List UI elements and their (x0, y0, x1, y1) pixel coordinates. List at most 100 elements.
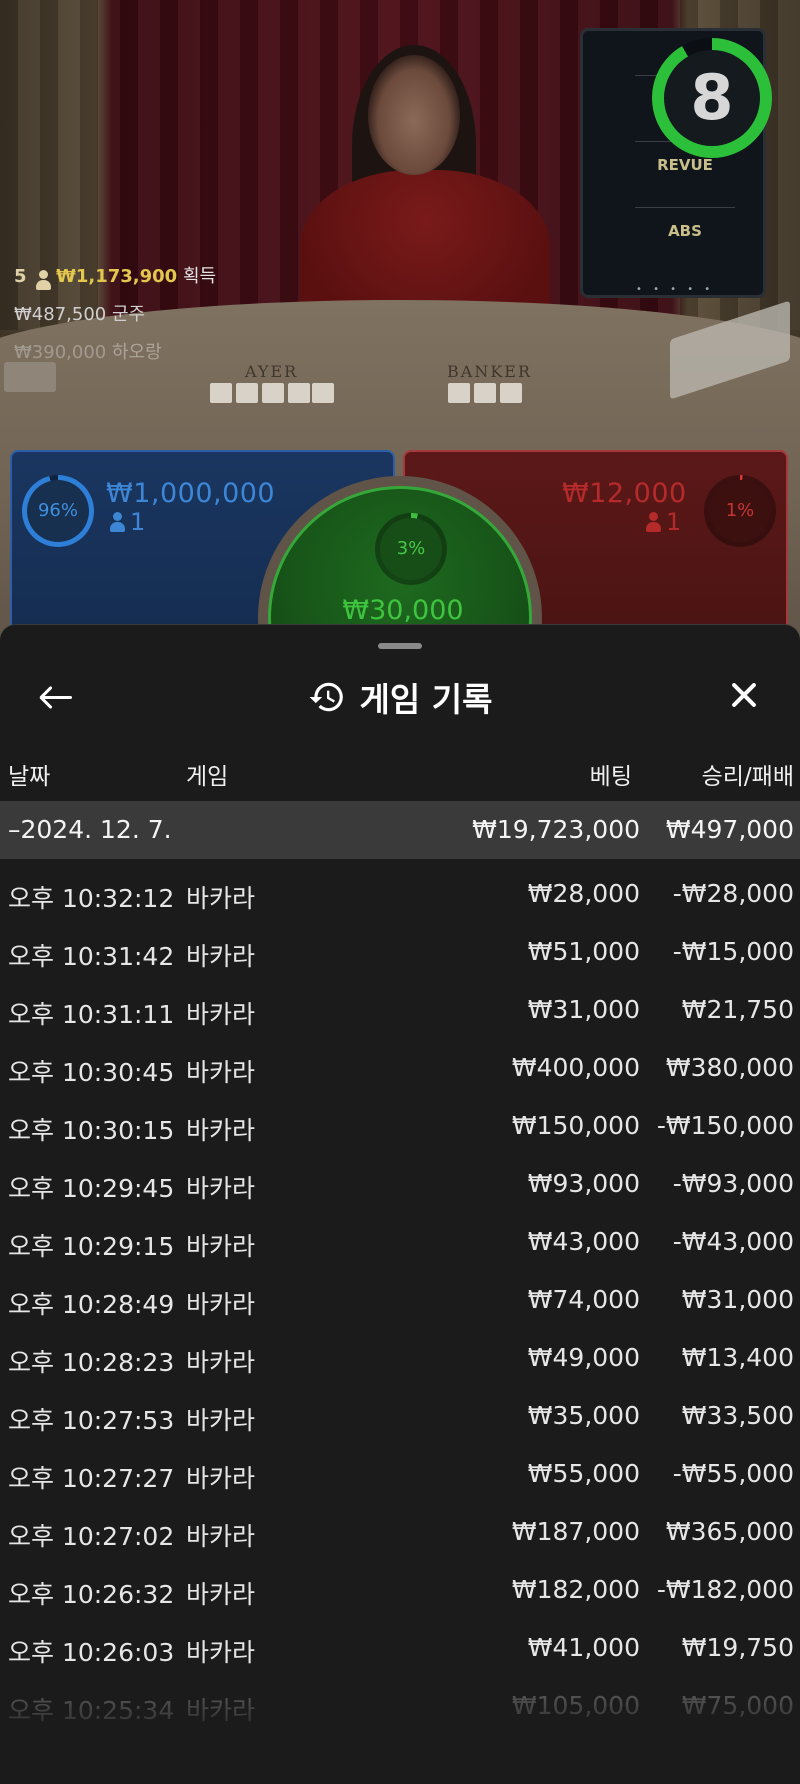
playing-card (474, 383, 496, 403)
history-row[interactable]: 오후 10:29:15 바카라 ₩43,000 -₩43,000 (0, 1215, 800, 1273)
winner-amount: ₩1,173,900 (56, 266, 178, 287)
winner-amount: ₩390,000 (14, 342, 107, 363)
group-total-bet: ₩19,723,000 (472, 815, 640, 844)
row-time: 오후 10:29:15 (8, 1232, 175, 1261)
history-list: 오후 10:32:12 바카라 ₩28,000 -₩28,000 오후 10:31:4… (0, 867, 800, 1737)
row-bet: ₩400,000 (511, 1053, 640, 1082)
row-result: -₩28,000 (672, 879, 794, 908)
row-game: 바카라 (186, 1580, 256, 1609)
history-row[interactable]: 오후 10:27:27 바카라 ₩55,000 -₩55,000 (0, 1447, 800, 1505)
history-icon (309, 682, 343, 712)
dealer-head (368, 55, 460, 175)
history-row[interactable]: 오후 10:25:34 바카라 ₩105,000 ₩75,000 (0, 1679, 800, 1737)
player-percent: 96% (37, 500, 78, 521)
history-row[interactable]: 오후 10:26:03 바카라 ₩41,000 ₩19,750 (0, 1621, 800, 1679)
game-history-sheet: 게임 기록 날짜 게임 베팅 승리/패배 –2024. 12. 7. ₩19,7… (0, 624, 800, 1784)
row-result: -₩93,000 (672, 1169, 794, 1198)
banker-percent: 1% (725, 500, 755, 521)
row-game: 바카라 (186, 942, 256, 971)
row-bet: ₩105,000 (511, 1691, 640, 1720)
table-header: 날짜 게임 베팅 승리/패배 (0, 751, 800, 791)
winner-name: 획득 (182, 266, 217, 287)
playing-card (312, 383, 334, 403)
banker-bettors: 1 (646, 508, 681, 536)
row-result: ₩365,000 (665, 1517, 794, 1546)
row-game: 바카라 (186, 1116, 256, 1145)
row-game: 바카라 (186, 1522, 256, 1551)
history-row[interactable]: 오후 10:30:45 바카라 ₩400,000 ₩380,000 (0, 1041, 800, 1099)
date-group-row[interactable]: –2024. 12. 7. ₩19,723,000 ₩497,000 (0, 801, 800, 859)
player-bettor-count: 1 (130, 508, 146, 536)
row-time: 오후 10:27:02 (8, 1522, 175, 1551)
person-icon (646, 512, 661, 532)
row-result: ₩31,000 (681, 1285, 794, 1314)
group-date: –2024. 12. 7. (8, 815, 172, 844)
row-bet: ₩49,000 (527, 1343, 640, 1372)
recent-winners: 5 ₩1,173,900 획득 ₩487,500 군주 ₩390,000 하오랑 (14, 258, 216, 372)
history-row[interactable]: 오후 10:29:45 바카라 ₩93,000 -₩93,000 (0, 1157, 800, 1215)
player-percent-ring: 96% (22, 475, 94, 547)
row-bet: ₩74,000 (527, 1285, 640, 1314)
countdown-value: 8 (690, 61, 734, 134)
group-total-result: ₩497,000 (665, 815, 794, 844)
column-header-date: 날짜 (8, 764, 51, 790)
row-result: ₩75,000 (681, 1691, 794, 1720)
row-time: 오후 10:27:27 (8, 1464, 175, 1493)
row-time: 오후 10:28:49 (8, 1290, 175, 1319)
history-row[interactable]: 오후 10:30:15 바카라 ₩150,000 -₩150,000 (0, 1099, 800, 1157)
person-icon (36, 270, 52, 290)
tie-bet-amount: ₩30,000 (342, 595, 464, 626)
history-row[interactable]: 오후 10:31:42 바카라 ₩51,000 -₩15,000 (0, 925, 800, 983)
row-result: -₩15,000 (672, 937, 794, 966)
winner-row: ₩487,500 군주 (14, 296, 216, 334)
live-video-stream: AYER BANKER AV CAS REVUE ABS 8 • • • • •… (0, 0, 800, 640)
row-result: ₩13,400 (681, 1343, 794, 1372)
row-game: 바카라 (186, 1696, 256, 1725)
history-row[interactable]: 오후 10:27:53 바카라 ₩35,000 ₩33,500 (0, 1389, 800, 1447)
history-row[interactable]: 오후 10:31:11 바카라 ₩31,000 ₩21,750 (0, 983, 800, 1041)
row-time: 오후 10:31:42 (8, 942, 175, 971)
row-time: 오후 10:27:53 (8, 1406, 175, 1435)
sheet-header: 게임 기록 (0, 669, 800, 725)
player-bet-amount: ₩1,000,000 (106, 478, 276, 509)
row-bet: ₩28,000 (527, 879, 640, 908)
history-row[interactable]: 오후 10:27:02 바카라 ₩187,000 ₩365,000 (0, 1505, 800, 1563)
history-row[interactable]: 오후 10:28:23 바카라 ₩49,000 ₩13,400 (0, 1331, 800, 1389)
close-button[interactable] (720, 671, 768, 719)
page-dots: • • • • • (636, 284, 715, 295)
row-game: 바카라 (186, 1232, 256, 1261)
playing-card (448, 383, 470, 403)
row-game: 바카라 (186, 1464, 256, 1493)
row-bet: ₩43,000 (527, 1227, 640, 1256)
tie-percent: 3% (396, 538, 426, 559)
column-header-game: 게임 (186, 764, 229, 790)
countdown-timer: 8 (652, 38, 772, 158)
banker-percent-ring: 1% (704, 475, 776, 547)
row-bet: ₩150,000 (511, 1111, 640, 1140)
history-row[interactable]: 오후 10:28:49 바카라 ₩74,000 ₩31,000 (0, 1273, 800, 1331)
row-result: ₩21,750 (681, 995, 794, 1024)
tie-percent-ring: 3% (375, 513, 447, 585)
banker-bet-amount: ₩12,000 (562, 478, 687, 509)
row-time: 오후 10:30:45 (8, 1058, 175, 1087)
winner-amount: ₩487,500 (14, 304, 107, 325)
row-game: 바카라 (186, 1406, 256, 1435)
row-bet: ₩182,000 (511, 1575, 640, 1604)
sheet-drag-handle[interactable] (378, 643, 422, 649)
winner-name: 군주 (111, 304, 146, 325)
row-bet: ₩41,000 (527, 1633, 640, 1662)
winner-count: 5 (14, 266, 27, 287)
row-game: 바카라 (186, 1174, 256, 1203)
row-result: -₩182,000 (656, 1575, 794, 1604)
row-bet: ₩31,000 (527, 995, 640, 1024)
column-header-result: 승리/패배 (701, 764, 794, 790)
brand-logo: ABS (635, 207, 735, 253)
row-game: 바카라 (186, 1000, 256, 1029)
history-row[interactable]: 오후 10:26:32 바카라 ₩182,000 -₩182,000 (0, 1563, 800, 1621)
row-bet: ₩55,000 (527, 1459, 640, 1488)
row-game: 바카라 (186, 1638, 256, 1667)
row-time: 오후 10:28:23 (8, 1348, 175, 1377)
row-time: 오후 10:26:32 (8, 1580, 175, 1609)
row-bet: ₩51,000 (527, 937, 640, 966)
history-row[interactable]: 오후 10:32:12 바카라 ₩28,000 -₩28,000 (0, 867, 800, 925)
